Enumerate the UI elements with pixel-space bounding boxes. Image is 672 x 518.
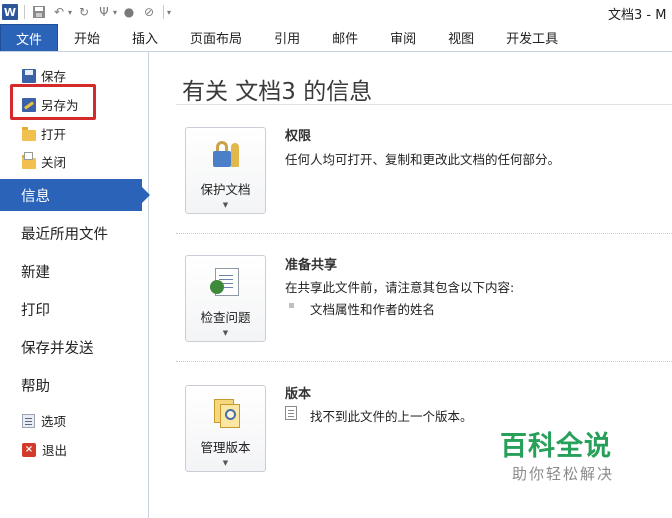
sidebar-item-info[interactable]: 信息 — [0, 179, 150, 211]
protect-document-icon — [209, 137, 243, 171]
check-issues-icon — [209, 265, 243, 299]
options-label: 选项 — [41, 414, 67, 429]
sidebar-item-recent[interactable]: 最近所用文件 — [0, 217, 148, 249]
page-title: 有关 文档3 的信息 — [182, 79, 373, 105]
sidebar-item-save-send[interactable]: 保存并发送 — [0, 331, 148, 363]
exit-icon: × — [22, 442, 36, 457]
watermark-logo-text: 百科全说 — [500, 431, 612, 462]
watermark-slogan: 助你轻松解决 — [512, 465, 615, 483]
prepare-sharing-title: 准备共享 — [285, 258, 338, 273]
qat-separator — [24, 5, 25, 19]
tab-home[interactable]: 开始 — [58, 24, 116, 51]
redo-icon[interactable]: ↻ — [76, 4, 92, 20]
prepare-sharing-text: 在共享此文件前，请注意其包含以下内容: — [285, 280, 515, 295]
tab-file[interactable]: 文件 — [0, 24, 59, 51]
tab-developer[interactable]: 开发工具 — [490, 24, 574, 51]
check-issues-label: 检查问题 — [200, 310, 251, 325]
undo-dropdown-icon[interactable]: ▾ — [68, 8, 72, 17]
tab-mailings[interactable]: 邮件 — [316, 24, 374, 51]
close-folder-icon — [22, 151, 36, 169]
exit-label: 退出 — [42, 443, 68, 458]
sidebar-item-label: 保存并发送 — [21, 340, 94, 357]
format-painter-icon[interactable]: Ψ — [96, 4, 112, 20]
sidebar-item-label: 最近所用文件 — [21, 226, 108, 243]
close-label: 关闭 — [41, 155, 67, 170]
manage-versions-icon — [209, 395, 243, 429]
manage-versions-button[interactable]: 管理版本 ▼ — [185, 385, 266, 472]
permissions-title: 权限 — [285, 129, 312, 144]
tab-references[interactable]: 引用 — [258, 24, 316, 51]
save-as-highlight-box — [10, 84, 96, 120]
record-icon[interactable]: ● — [121, 4, 137, 20]
prepare-sharing-section: 检查问题 ▼ 准备共享 在共享此文件前，请注意其包含以下内容: 文档属性和作者的… — [176, 233, 672, 362]
word-app-icon[interactable]: W — [2, 4, 18, 20]
tab-page-layout[interactable]: 页面布局 — [174, 24, 258, 51]
permissions-text: 任何人均可打开、复制和更改此文档的任何部分。 — [285, 152, 561, 167]
save-command[interactable]: 保存 — [22, 66, 66, 85]
exit-command[interactable]: × 退出 — [22, 440, 67, 459]
title-bar: W ↶ ▾ ↻ Ψ ▾ ● ⊘ ▾ 文档3 - M — [0, 0, 672, 24]
sidebar-item-new[interactable]: 新建 — [0, 255, 148, 287]
format-dropdown-icon[interactable]: ▾ — [113, 8, 117, 17]
open-folder-icon — [22, 126, 36, 141]
backstage-sidebar: 保存 另存为 打开 关闭 信息 最近所用文件 新建 打印 保存并发送 帮助 选项… — [0, 52, 150, 518]
sidebar-item-label: 帮助 — [21, 378, 50, 395]
ribbon-tabs: 文件 开始 插入 页面布局 引用 邮件 审阅 视图 开发工具 — [0, 24, 672, 52]
save-label: 保存 — [41, 69, 67, 84]
options-icon — [22, 413, 35, 428]
sidebar-item-label: 新建 — [21, 264, 50, 281]
open-command[interactable]: 打开 — [22, 124, 66, 143]
tab-view[interactable]: 视图 — [432, 24, 490, 51]
undo-icon[interactable]: ↶ — [51, 4, 67, 20]
save-icon[interactable] — [31, 4, 47, 20]
protect-document-label: 保护文档 — [200, 182, 251, 197]
chevron-down-icon: ▼ — [222, 329, 229, 337]
protect-document-button[interactable]: 保护文档 ▼ — [185, 127, 266, 214]
window-title: 文档3 - M — [608, 8, 667, 23]
chevron-down-icon: ▼ — [222, 201, 229, 209]
customize-icon[interactable]: ▾ — [167, 8, 171, 17]
open-label: 打开 — [41, 127, 67, 142]
chevron-down-icon: ▼ — [222, 459, 229, 467]
sidebar-item-help[interactable]: 帮助 — [0, 369, 148, 401]
options-command[interactable]: 选项 — [22, 411, 66, 430]
prepare-sharing-bullet: 文档属性和作者的姓名 — [310, 302, 436, 317]
bullet-icon — [289, 303, 294, 308]
document-icon — [285, 406, 297, 420]
versions-text: 找不到此文件的上一个版本。 — [310, 409, 473, 424]
quick-access-toolbar: W ↶ ▾ ↻ Ψ ▾ ● ⊘ ▾ — [2, 2, 171, 22]
manage-versions-label: 管理版本 — [200, 440, 251, 455]
check-issues-button[interactable]: 检查问题 ▼ — [185, 255, 266, 342]
qat-separator-2 — [163, 5, 165, 19]
close-command[interactable]: 关闭 — [22, 151, 67, 171]
tab-insert[interactable]: 插入 — [116, 24, 174, 51]
tab-review[interactable]: 审阅 — [374, 24, 432, 51]
save-icon — [22, 68, 36, 83]
sidebar-item-label: 信息 — [21, 188, 50, 205]
versions-title: 版本 — [285, 387, 312, 402]
clear-format-icon[interactable]: ⊘ — [141, 4, 157, 20]
sidebar-item-print[interactable]: 打印 — [0, 293, 148, 325]
permissions-section: 保护文档 ▼ 权限 任何人均可打开、复制和更改此文档的任何部分。 — [176, 105, 672, 234]
sidebar-item-label: 打印 — [21, 302, 50, 319]
